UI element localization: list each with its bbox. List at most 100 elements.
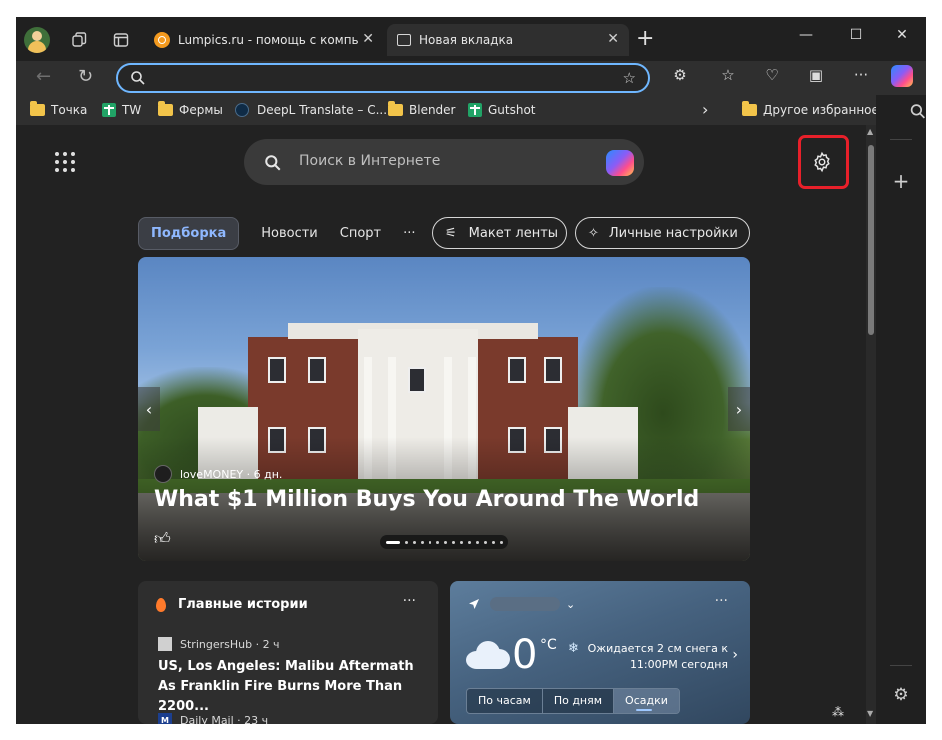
folder-icon <box>388 101 403 116</box>
tab-actions-icon[interactable] <box>108 27 134 53</box>
weather-location[interactable]: ⌄ <box>468 597 575 611</box>
tab-title: Lumpics.ru - помощь с компьютером <box>178 33 358 47</box>
back-icon[interactable]: ← <box>36 66 51 87</box>
personalize-button[interactable]: ✧ Личные настройки <box>575 217 750 249</box>
new-tab-page: Поиск в Интернете Подборка Новости Спорт… <box>16 125 866 724</box>
sidebar-divider <box>890 139 912 140</box>
feed-layout-button[interactable]: ⚟ Макет ленты <box>432 217 567 249</box>
dailymail-icon: M <box>158 713 172 724</box>
flame-icon <box>156 597 166 612</box>
story-source: M Daily Mail · 23 ч <box>158 713 268 724</box>
weather-more[interactable]: ··· <box>715 593 728 609</box>
favorites-icon[interactable]: ☆ <box>716 66 740 84</box>
location-arrow-icon <box>469 599 479 609</box>
address-bar[interactable]: ☆ <box>116 63 650 93</box>
location-name-blurred <box>490 597 560 611</box>
other-favorites-folder[interactable]: Другое избранное <box>742 101 879 117</box>
scroll-up-icon[interactable]: ▲ <box>867 127 873 136</box>
more-menu-icon[interactable]: ··· <box>849 66 873 84</box>
like-icon[interactable]: 👍︎ <box>154 529 171 549</box>
carousel-dots[interactable] <box>380 535 508 549</box>
page-settings-gear-icon[interactable] <box>811 151 833 173</box>
top-stories-more[interactable]: ··· <box>403 593 416 609</box>
hero-source: loveMONEY · 6 дн. <box>154 465 282 483</box>
temperature-unit: °C <box>540 637 557 653</box>
bookmark-gutshot[interactable]: Gutshot <box>468 103 536 117</box>
maximize-button[interactable]: ☐ <box>836 27 876 43</box>
tab-title: Новая вкладка <box>419 33 514 47</box>
weather-tabs: По часам По дням Осадки <box>466 688 680 714</box>
bookmark-blender[interactable]: Blender <box>388 101 456 117</box>
web-search-box[interactable]: Поиск в Интернете <box>244 139 644 185</box>
weather-forecast: Ожидается 2 см снега к 11:00PM сегодня <box>587 642 728 671</box>
feed-tab-sport[interactable]: Спорт <box>340 226 381 241</box>
lumpics-favicon-icon <box>154 32 170 48</box>
tab-lumpics[interactable]: Lumpics.ru - помощь с компьютером ✕ <box>144 24 384 56</box>
weather-card[interactable]: ⌄ ··· 0 °C ❄ Ожидается 2 см снега к 11:0… <box>450 581 750 724</box>
browser-window: Lumpics.ru - помощь с компьютером ✕ Нова… <box>16 17 926 724</box>
favorites-bar: Точка TW Фермы DeepL Translate – C... Bl… <box>16 95 879 125</box>
bookmark-tw[interactable]: TW <box>102 103 141 117</box>
favorite-star-icon[interactable]: ☆ <box>623 69 636 87</box>
story-title[interactable]: US, Los Angeles: Malibu Aftermath As Fra… <box>158 657 418 717</box>
deepl-icon <box>235 103 249 117</box>
sidebar-search-icon[interactable] <box>893 103 926 120</box>
weather-tab-daily[interactable]: По дням <box>542 689 615 713</box>
hero-headline[interactable]: What $1 Million Buys You Around The Worl… <box>154 487 699 512</box>
profile-avatar[interactable] <box>24 27 50 53</box>
feed-tab-news[interactable]: Новости <box>261 226 318 241</box>
tab-bar: Lumpics.ru - помощь с компьютером ✕ Нова… <box>16 17 926 61</box>
bookmark-fermy[interactable]: Фермы <box>158 101 223 117</box>
toolbar: ← ↻ ☆ ⚙ ☆ ♡ ▣ ··· <box>16 61 926 95</box>
copilot-icon[interactable] <box>891 65 913 87</box>
search-icon <box>131 71 145 85</box>
sidebar-settings-icon[interactable]: ⚙ <box>876 685 926 705</box>
feed-tab-podborka[interactable]: Подборка <box>138 216 240 250</box>
page-scrollbar[interactable]: ▲ ▼ <box>866 125 876 724</box>
search-icon <box>265 155 281 171</box>
folder-icon <box>30 101 45 116</box>
bookmark-tochka[interactable]: Точка <box>30 101 87 117</box>
bookmark-deepl[interactable]: DeepL Translate – C... <box>235 103 387 117</box>
collections-icon[interactable]: ▣ <box>804 66 828 84</box>
copilot-icon[interactable] <box>606 150 634 176</box>
hero-next-arrow[interactable]: › <box>728 387 750 431</box>
sheets-icon <box>102 103 116 117</box>
bookmarks-overflow-icon[interactable]: › <box>702 100 708 119</box>
stringershub-icon <box>158 637 172 651</box>
hero-prev-arrow[interactable]: ‹ <box>138 387 160 431</box>
new-tab-button[interactable]: + <box>636 28 654 50</box>
hero-story-card[interactable]: ‹ › loveMONEY · 6 дн. What $1 Million Bu… <box>138 257 750 561</box>
weather-tab-hourly[interactable]: По часам <box>467 689 543 713</box>
app-launcher-icon[interactable] <box>55 152 75 172</box>
close-window-button[interactable]: ✕ <box>882 27 922 43</box>
scroll-down-icon[interactable]: ▼ <box>867 709 873 718</box>
search-placeholder: Поиск в Интернете <box>299 153 441 169</box>
tab-new-tab[interactable]: Новая вкладка ✕ <box>387 24 629 56</box>
chevron-down-icon: ⌄ <box>566 597 576 611</box>
extensions-icon[interactable]: ⚙ <box>668 66 692 84</box>
sidebar-add-icon[interactable]: + <box>876 169 926 193</box>
folder-icon <box>742 101 757 116</box>
folder-icon <box>158 101 173 116</box>
sheets-icon <box>468 103 482 117</box>
sidebar-divider <box>890 665 912 666</box>
story-source: StringersHub · 2 ч <box>158 637 280 651</box>
minimize-button[interactable]: — <box>786 27 826 43</box>
workspaces-icon[interactable] <box>66 27 92 53</box>
browser-essentials-icon[interactable]: ♡ <box>760 66 784 84</box>
sliders-icon: ⚟ <box>445 225 457 241</box>
feedback-icon[interactable]: ⁂ <box>832 705 844 719</box>
tab-close-icon[interactable]: ✕ <box>607 31 619 47</box>
edge-sidebar: + ⚙ <box>876 95 926 724</box>
scrollbar-thumb[interactable] <box>868 145 874 335</box>
publisher-logo-icon <box>154 465 172 483</box>
forecast-next-icon[interactable]: › <box>732 647 738 663</box>
cloud-icon <box>466 641 510 669</box>
feed-tabs-more[interactable]: ··· <box>403 226 415 241</box>
top-stories-card: Главные истории ··· StringersHub · 2 ч U… <box>138 581 438 724</box>
refresh-icon[interactable]: ↻ <box>78 66 93 87</box>
tab-close-icon[interactable]: ✕ <box>362 31 374 47</box>
new-tab-favicon-icon <box>397 34 411 46</box>
weather-tab-precipitation[interactable]: Осадки <box>614 689 679 713</box>
